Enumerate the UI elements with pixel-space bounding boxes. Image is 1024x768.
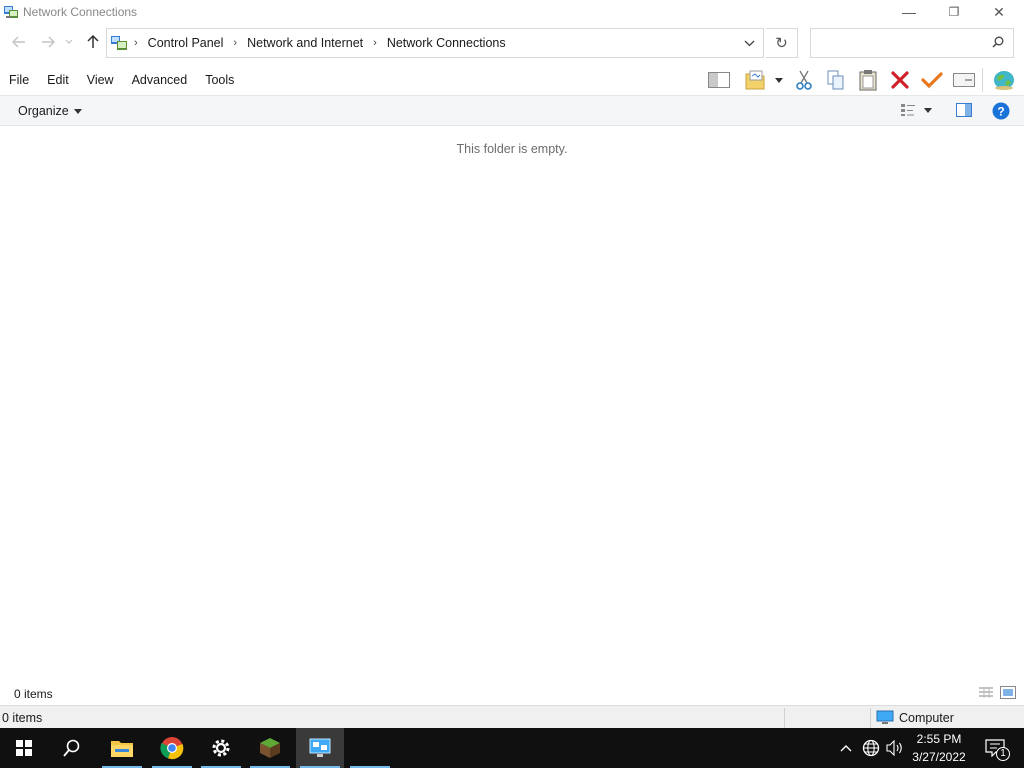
breadcrumb-separator[interactable]: › [233,37,237,49]
restore-button[interactable]: ❐ [931,0,977,24]
start-button[interactable] [0,728,48,768]
search-input[interactable] [810,28,1014,58]
network-connections-icon [309,738,331,757]
details-status-row: 0 items [0,684,1024,704]
clock-date: 3/27/2022 [912,750,966,764]
taskbar: 2:55 PM 3/27/2022 1 [0,728,1024,768]
taskbar-file-explorer[interactable] [98,728,146,768]
breadcrumb-separator[interactable]: › [134,37,138,49]
menu-tools[interactable]: Tools [196,66,243,94]
status-bar: 0 items Computer [0,705,1024,729]
show-hidden-icons-button[interactable] [836,728,856,768]
location-icon [110,35,128,51]
address-bar[interactable]: › Control Panel › Network and Internet ›… [106,28,764,58]
cut-icon[interactable] [792,68,816,92]
search-icon [992,36,1004,51]
folders-pane-icon[interactable] [706,68,732,92]
organize-label: Organize [18,104,69,118]
close-button[interactable]: ✕ [976,0,1022,24]
refresh-button[interactable]: ↻ [766,28,798,58]
change-view-button[interactable] [900,103,932,117]
notification-count-badge: 1 [996,747,1010,761]
file-explorer-icon [111,741,133,757]
taskbar-network-connections[interactable] [296,728,344,768]
system-clock[interactable]: 2:55 PM 3/27/2022 [906,730,972,766]
status-divider [784,708,785,728]
network-connections-icon [3,4,19,20]
search-button[interactable] [48,728,96,768]
menu-file[interactable]: File [0,66,38,94]
gear-icon [212,739,230,757]
breadcrumb-network-connections[interactable]: Network Connections [387,36,506,50]
taskbar-settings[interactable] [197,728,245,768]
details-view-icon [901,104,915,116]
breadcrumb-network-and-internet[interactable]: Network and Internet [247,36,363,50]
rename-icon[interactable] [951,68,977,92]
zone-label: Computer [899,710,954,725]
search-icon [63,739,80,757]
chevron-down-icon [924,107,932,113]
chevron-down-icon [73,108,82,114]
preview-pane-icon[interactable] [956,103,972,120]
views-icon[interactable] [742,68,768,92]
taskbar-extra-app[interactable] [346,728,394,768]
breadcrumb-separator[interactable]: › [373,37,377,49]
title-bar: Network Connections — ❐ ✕ [0,0,1024,24]
taskbar-chrome[interactable] [148,728,196,768]
up-arrow-icon[interactable] [82,33,104,51]
refresh-icon: ↻ [775,35,788,52]
taskbar-minecraft[interactable] [246,728,294,768]
computer-icon [876,710,894,724]
large-icons-toggle-icon[interactable] [1000,686,1016,702]
chevron-up-icon [840,745,852,752]
network-tray-icon[interactable] [860,728,882,768]
svg-text:?: ? [997,105,1004,119]
globe-icon[interactable] [990,68,1018,92]
back-arrow-icon[interactable] [8,33,30,51]
help-icon[interactable]: ? [992,102,1010,123]
clock-time: 2:55 PM [916,732,962,746]
minecraft-icon [260,738,280,758]
organize-button[interactable]: Organize [18,104,82,118]
breadcrumb-control-panel[interactable]: Control Panel [148,36,224,50]
zone-indicator: Computer [876,710,954,725]
item-count: 0 items [14,687,53,701]
delete-icon[interactable] [888,68,912,92]
action-center-button[interactable]: 1 [980,728,1010,768]
command-bar: Organize ? [0,95,1024,126]
paste-icon[interactable] [856,68,880,92]
copy-icon[interactable] [824,68,848,92]
volume-icon[interactable] [884,728,906,768]
toolbar-divider [982,68,983,92]
menu-view[interactable]: View [78,66,123,94]
status-divider [870,708,871,728]
empty-folder-message: This folder is empty. [456,142,568,156]
details-view-toggle-icon[interactable] [978,686,994,702]
menu-edit[interactable]: Edit [38,66,78,94]
menu-advanced[interactable]: Advanced [123,66,197,94]
recent-locations-icon[interactable] [62,33,76,51]
checkmark-icon[interactable] [919,68,945,92]
windows-logo-icon [16,740,32,756]
address-dropdown-icon[interactable] [744,40,755,47]
status-item-count: 0 items [2,711,43,725]
window-title: Network Connections [23,5,138,19]
views-dropdown-icon[interactable] [772,68,786,92]
chrome-icon [160,737,184,760]
forward-arrow-icon[interactable] [37,33,59,51]
file-list-area[interactable]: This folder is empty. [0,126,1024,682]
minimize-button[interactable]: — [886,0,932,24]
